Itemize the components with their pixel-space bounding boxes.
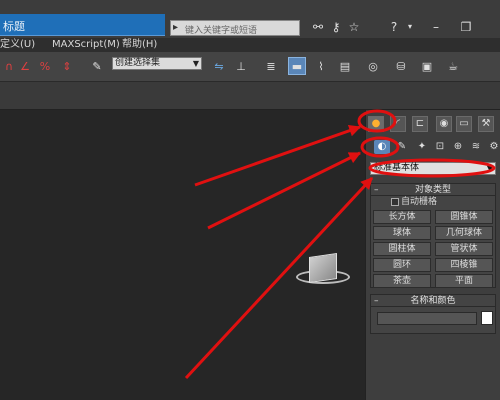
tube-button[interactable]: 管状体: [435, 242, 493, 256]
spinner-snap-icon[interactable]: ⇕: [58, 58, 76, 76]
display-tab-icon[interactable]: ▭: [456, 116, 472, 132]
category-dropdown[interactable]: 标准基本体 ▼: [370, 162, 496, 175]
pyramid-button[interactable]: 四棱锥: [435, 258, 493, 272]
shapes-icon[interactable]: ✎: [394, 140, 410, 154]
chevron-down-icon: ▼: [486, 164, 493, 173]
menu-maxscript[interactable]: MAXScript(M): [52, 38, 120, 52]
ribbon-strip: [0, 82, 500, 110]
angle-snap-icon[interactable]: ∠: [16, 58, 34, 76]
perspective-viewport[interactable]: [0, 110, 365, 400]
chevron-down-icon: ▼: [192, 59, 199, 68]
teapot-button[interactable]: 茶壶: [373, 274, 431, 288]
create-tab-icon[interactable]: ●: [368, 116, 384, 132]
key-icon[interactable]: ⚷: [328, 19, 344, 35]
name-color-title: 名称和颜色: [410, 296, 456, 306]
utilities-tab-icon[interactable]: ⚒: [478, 116, 494, 132]
autogrid-label: 自动栅格: [401, 197, 438, 207]
object-name-field[interactable]: [377, 312, 477, 325]
cylinder-button[interactable]: 圆柱体: [373, 242, 431, 256]
mirror-icon[interactable]: ⇋: [210, 58, 228, 76]
geosphere-button[interactable]: 几何球体: [435, 226, 493, 240]
plane-button[interactable]: 平面: [435, 274, 493, 288]
minimize-icon[interactable]: –: [428, 19, 444, 35]
layers-icon[interactable]: ≣: [262, 58, 280, 76]
cameras-icon[interactable]: ⊡: [432, 140, 448, 154]
collapse-icon: –: [374, 296, 379, 306]
percent-snap-icon[interactable]: %: [36, 58, 54, 76]
help-icon[interactable]: ?: [386, 19, 402, 35]
title-bar: 标题 ▸ 键入关键字或短语 ⚯ ⚷ ☆ ? ▾ – ❐: [0, 0, 500, 38]
selection-set-value: 创建选择集: [115, 58, 161, 68]
search-placeholder: 键入关键字或短语: [185, 26, 258, 36]
geometry-icon[interactable]: ◐: [374, 140, 390, 154]
curve-editor-icon[interactable]: ⌇: [312, 58, 330, 76]
lights-icon[interactable]: ✦: [414, 140, 430, 154]
restore-icon[interactable]: ❐: [458, 19, 474, 35]
box-button[interactable]: 长方体: [373, 210, 431, 224]
search-input[interactable]: ▸ 键入关键字或短语: [170, 20, 300, 36]
material-editor-icon[interactable]: ◎: [364, 58, 382, 76]
torus-button[interactable]: 圆环: [373, 258, 431, 272]
cone-button[interactable]: 圆锥体: [435, 210, 493, 224]
selection-set-dropdown[interactable]: 创建选择集 ▼: [112, 57, 202, 70]
object-type-header[interactable]: – 对象类型: [371, 184, 495, 196]
systems-icon[interactable]: ⚙: [486, 140, 500, 154]
binoculars-icon[interactable]: ⚯: [310, 19, 326, 35]
window-title: 标题: [0, 14, 165, 36]
render-icon[interactable]: ☕: [444, 58, 462, 76]
modify-tab-icon[interactable]: ◜: [390, 116, 406, 132]
collapse-icon: –: [374, 185, 379, 195]
search-icon: ▸: [173, 22, 179, 33]
helpers-icon[interactable]: ⊕: [450, 140, 466, 154]
sphere-button[interactable]: 球体: [373, 226, 431, 240]
hierarchy-tab-icon[interactable]: ⊏: [412, 116, 428, 132]
name-color-rollout: – 名称和颜色: [370, 294, 496, 334]
name-color-header[interactable]: – 名称和颜色: [371, 295, 495, 307]
checkbox-box: [391, 198, 399, 206]
align-icon[interactable]: ⊥: [232, 58, 250, 76]
viewcube-icon[interactable]: [309, 253, 337, 283]
star-icon[interactable]: ☆: [346, 19, 362, 35]
space-warps-icon[interactable]: ≋: [468, 140, 484, 154]
help-dropdown-icon[interactable]: ▾: [402, 19, 418, 35]
autogrid-checkbox[interactable]: 自动栅格: [371, 196, 495, 208]
object-type-rollout: – 对象类型 自动栅格 长方体 圆锥体 球体 几何球体 圆柱体 管状体 圆环 四…: [370, 183, 496, 288]
graphite-icon[interactable]: ▬: [288, 57, 306, 75]
category-value: 标准基本体: [374, 163, 420, 173]
menu-bar: 定义(U) MAXScript(M) 帮助(H): [0, 38, 500, 52]
motion-tab-icon[interactable]: ◉: [436, 116, 452, 132]
menu-customize[interactable]: 定义(U): [0, 38, 35, 52]
menu-help[interactable]: 帮助(H): [122, 38, 157, 52]
object-type-title: 对象类型: [414, 185, 451, 195]
schematic-icon[interactable]: ▤: [336, 58, 354, 76]
edit-named-selection-icon[interactable]: ✎: [88, 58, 106, 76]
render-setup-icon[interactable]: ⛁: [392, 58, 410, 76]
rendered-frame-icon[interactable]: ▣: [418, 58, 436, 76]
object-color-swatch[interactable]: [481, 311, 493, 325]
window-title-text: 标题: [3, 20, 25, 33]
